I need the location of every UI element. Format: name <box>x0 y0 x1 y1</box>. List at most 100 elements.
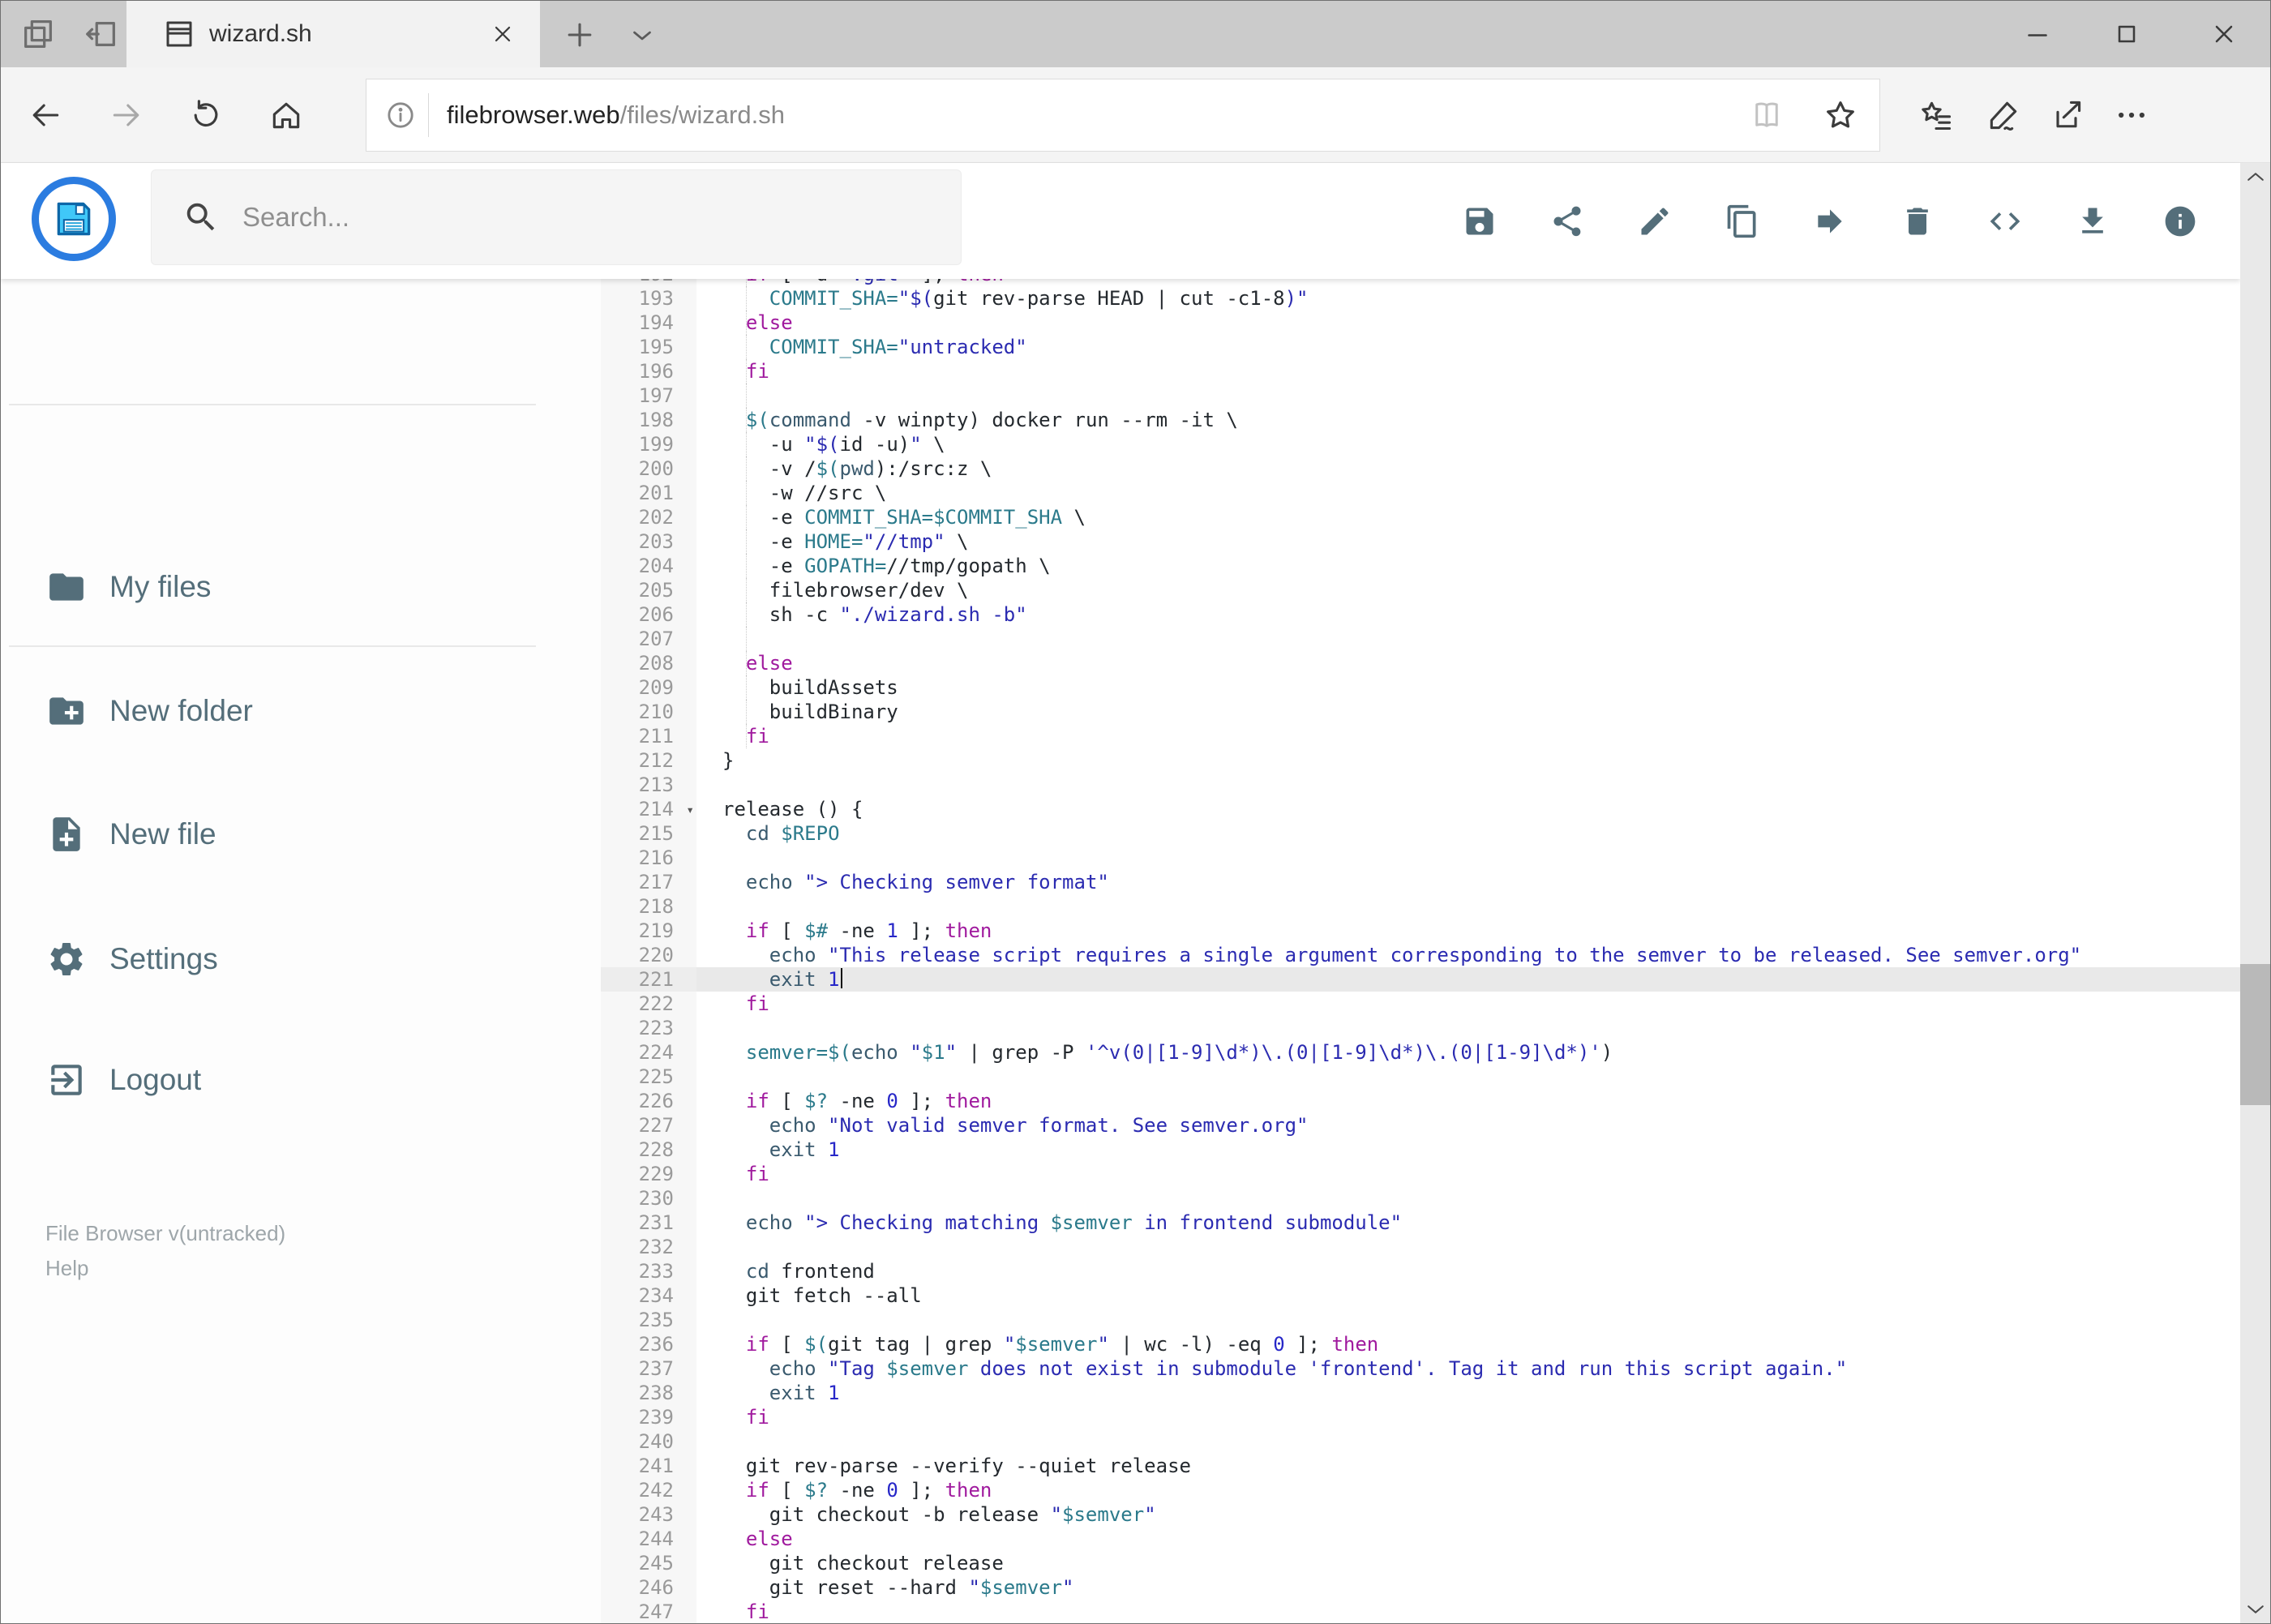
tab-list-chevron-icon[interactable] <box>627 20 664 58</box>
info-button[interactable] <box>2162 204 2198 239</box>
code-line-text[interactable]: else <box>696 651 2240 675</box>
edit-button[interactable] <box>1637 204 1673 239</box>
code-line-text[interactable] <box>696 1429 2240 1454</box>
code-line-text[interactable]: echo "This release script requires a sin… <box>696 943 2240 967</box>
code-line-text[interactable]: -e GOPATH=//tmp/gopath \ <box>696 554 2240 578</box>
site-info-icon[interactable] <box>384 99 417 131</box>
window-minimize-button[interactable] <box>2016 12 2059 56</box>
code-line-text[interactable]: exit 1 <box>696 1138 2240 1162</box>
code-line-text[interactable]: echo "> Checking semver format" <box>696 870 2240 894</box>
home-icon[interactable] <box>268 97 304 133</box>
share-button[interactable] <box>1549 204 1585 239</box>
code-line-text[interactable] <box>696 627 2240 651</box>
code-line-text[interactable]: if [ $? -ne 0 ]; then <box>696 1089 2240 1113</box>
new-tab-button[interactable] <box>562 17 599 54</box>
code-line-text[interactable]: -u "$(id -u)" \ <box>696 432 2240 456</box>
filebrowser-logo[interactable] <box>32 177 116 261</box>
sidebar-item-settings[interactable]: Settings <box>1 924 601 994</box>
refresh-icon[interactable] <box>188 97 224 133</box>
code-line-text[interactable]: echo "> Checking matching $semver in fro… <box>696 1211 2240 1235</box>
sidebar-item-new-file[interactable]: New file <box>1 799 601 869</box>
code-line-text[interactable]: cd $REPO <box>696 821 2240 846</box>
code-line-text[interactable]: buildBinary <box>696 700 2240 724</box>
code-line-text[interactable]: fi <box>696 724 2240 748</box>
code-line-text[interactable]: git rev-parse --verify --quiet release <box>696 1454 2240 1478</box>
code-line-text[interactable]: exit 1 <box>696 967 2240 992</box>
code-line-text[interactable]: semver=$(echo "$1" | grep -P '^v(0|[1-9]… <box>696 1040 2240 1065</box>
window-close-button[interactable] <box>2202 12 2246 56</box>
code-line-text[interactable]: if [ -d ".git" ]; then <box>696 279 2240 286</box>
code-line-text[interactable]: sh -c "./wizard.sh -b" <box>696 602 2240 627</box>
search-input[interactable] <box>241 201 906 234</box>
code-line-text[interactable] <box>696 1016 2240 1040</box>
search-box[interactable] <box>151 169 962 265</box>
sidebar-item-logout[interactable]: Logout <box>1 1045 601 1115</box>
code-line-text[interactable]: echo "Tag $semver does not exist in subm… <box>696 1356 2240 1381</box>
back-icon[interactable] <box>28 97 63 133</box>
help-link[interactable]: Help <box>45 1256 88 1281</box>
code-line-text[interactable]: -v /$(pwd):/src:z \ <box>696 456 2240 481</box>
save-button[interactable] <box>1462 204 1498 239</box>
forward-icon[interactable] <box>109 97 144 133</box>
move-button[interactable] <box>1812 204 1848 239</box>
code-line-text[interactable] <box>696 1186 2240 1211</box>
code-line-text[interactable] <box>696 1308 2240 1332</box>
address-bar[interactable]: filebrowser.web/files/wizard.sh <box>366 79 1880 152</box>
browser-tab[interactable]: wizard.sh <box>126 1 540 67</box>
delete-button[interactable] <box>1900 204 1935 239</box>
download-button[interactable] <box>2075 204 2110 239</box>
code-line-text[interactable]: fi <box>696 359 2240 384</box>
code-line-text[interactable]: git checkout release <box>696 1551 2240 1575</box>
scroll-down-icon[interactable] <box>2240 1596 2270 1623</box>
code-line-text[interactable]: release () { <box>696 797 2240 821</box>
scrollbar-thumb[interactable] <box>2240 964 2270 1105</box>
code-line-text[interactable]: exit 1 <box>696 1381 2240 1405</box>
tab-close-icon[interactable] <box>490 21 516 47</box>
code-line-text[interactable]: git checkout -b release "$semver" <box>696 1502 2240 1527</box>
code-line-text[interactable]: -e HOME="//tmp" \ <box>696 529 2240 554</box>
fold-marker-icon[interactable]: ▾ <box>686 798 694 822</box>
code-line-text[interactable]: git fetch --all <box>696 1283 2240 1308</box>
code-line-text[interactable]: filebrowser/dev \ <box>696 578 2240 602</box>
code-line-text[interactable]: COMMIT_SHA="$(git rev-parse HEAD | cut -… <box>696 286 2240 311</box>
code-line-text[interactable] <box>696 384 2240 408</box>
code-line-text[interactable]: else <box>696 1527 2240 1551</box>
code-line-text[interactable]: else <box>696 311 2240 335</box>
web-note-pen-icon[interactable] <box>1986 97 2021 133</box>
code-line-text[interactable]: buildAssets <box>696 675 2240 700</box>
code-line-text[interactable]: fi <box>696 992 2240 1016</box>
window-maximize-button[interactable] <box>2105 12 2149 56</box>
code-line-text[interactable]: fi <box>696 1600 2240 1623</box>
code-line-text[interactable]: COMMIT_SHA="untracked" <box>696 335 2240 359</box>
code-line-text[interactable]: fi <box>696 1162 2240 1186</box>
code-line-text[interactable] <box>696 894 2240 919</box>
share-page-icon[interactable] <box>2049 97 2085 133</box>
favorites-hub-icon[interactable] <box>1918 97 1954 133</box>
code-line-text[interactable]: -w //src \ <box>696 481 2240 505</box>
code-line-text[interactable] <box>696 846 2240 870</box>
favorite-star-icon[interactable] <box>1823 97 1858 133</box>
tab-preview-icon[interactable] <box>19 15 57 53</box>
code-line-text[interactable]: echo "Not valid semver format. See semve… <box>696 1113 2240 1138</box>
sidebar-item-new-folder[interactable]: New folder <box>1 676 601 746</box>
code-line-text[interactable]: } <box>696 748 2240 773</box>
code-line-text[interactable] <box>696 1235 2240 1259</box>
code-line-text[interactable]: if [ $(git tag | grep "$semver" | wc -l)… <box>696 1332 2240 1356</box>
code-line-text[interactable]: $(command -v winpty) docker run --rm -it… <box>696 408 2240 432</box>
code-line-text[interactable]: if [ $? -ne 0 ]; then <box>696 1478 2240 1502</box>
code-line-text[interactable]: if [ $# -ne 1 ]; then <box>696 919 2240 943</box>
more-menu-icon[interactable] <box>2114 97 2149 133</box>
code-line-text[interactable]: cd frontend <box>696 1259 2240 1283</box>
scroll-up-icon[interactable] <box>2240 163 2270 191</box>
code-line-text[interactable] <box>696 773 2240 797</box>
code-button[interactable] <box>1987 204 2023 239</box>
set-tabs-aside-icon[interactable] <box>83 15 120 53</box>
code-line-text[interactable]: git reset --hard "$semver" <box>696 1575 2240 1600</box>
reading-view-icon[interactable] <box>1750 98 1784 132</box>
code-line-text[interactable]: fi <box>696 1405 2240 1429</box>
copy-button[interactable] <box>1725 204 1760 239</box>
code-line-text[interactable] <box>696 1065 2240 1089</box>
sidebar-item-my-files[interactable]: My files <box>1 552 601 622</box>
code-line-text[interactable]: -e COMMIT_SHA=$COMMIT_SHA \ <box>696 505 2240 529</box>
page-scrollbar[interactable] <box>2240 163 2270 1623</box>
